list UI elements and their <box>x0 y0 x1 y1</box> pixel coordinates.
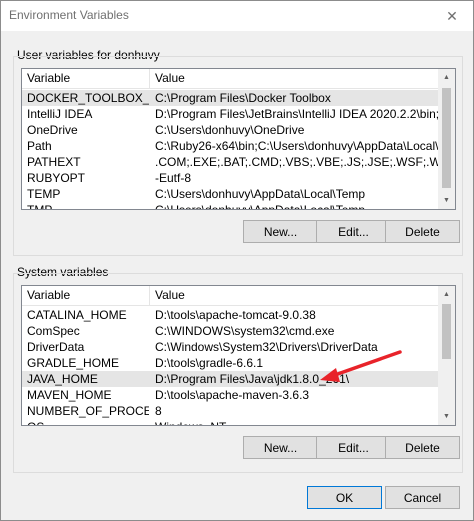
table-row[interactable]: TEMP C:\Users\donhuvy\AppData\Local\Temp <box>22 186 440 202</box>
system-list-header: Variable Value <box>22 286 440 306</box>
variable-name-cell: ComSpec <box>27 324 80 338</box>
variable-value-cell: .COM;.EXE;.BAT;.CMD;.VBS;.VBE;.JS;.JSE;.… <box>155 155 438 169</box>
table-row[interactable]: ComSpec C:\WINDOWS\system32\cmd.exe <box>22 323 440 339</box>
variable-value-cell: D:\Program Files\JetBrains\IntelliJ IDEA… <box>155 107 438 121</box>
column-header-value[interactable]: Value <box>150 286 440 306</box>
variable-name-cell: GRADLE_HOME <box>27 356 120 370</box>
scroll-down-arrow-icon[interactable]: ▼ <box>438 408 455 425</box>
scroll-thumb[interactable] <box>442 304 451 359</box>
variable-value-cell: -Eutf-8 <box>155 171 192 185</box>
variable-name-cell: OS <box>27 419 149 425</box>
close-button[interactable]: ✕ <box>431 1 473 31</box>
table-row[interactable]: MAVEN_HOME D:\tools\apache-maven-3.6.3 <box>22 387 440 403</box>
variable-value-cell: C:\WINDOWS\system32\cmd.exe <box>155 324 335 338</box>
variable-value-cell: C:\Users\donhuvy\OneDrive <box>155 123 305 137</box>
variable-name-cell: OneDrive <box>27 123 78 137</box>
system-edit-button[interactable]: Edit... <box>316 436 391 459</box>
scroll-up-arrow-icon[interactable]: ▲ <box>438 286 455 303</box>
variable-name-cell: JAVA_HOME <box>27 372 98 386</box>
variable-name-cell: DOCKER_TOOLBOX_INSTA... <box>27 91 149 105</box>
user-list-header: Variable Value <box>22 69 440 89</box>
column-header-variable[interactable]: Variable <box>22 69 150 89</box>
variable-value-cell: D:\tools\apache-maven-3.6.3 <box>155 388 310 402</box>
variable-name-cell: MAVEN_HOME <box>27 388 112 402</box>
scroll-down-arrow-icon[interactable]: ▼ <box>438 192 455 209</box>
table-row[interactable]: Path C:\Ruby26-x64\bin;C:\Users\donhuvy\A… <box>22 138 440 154</box>
variable-value-cell: C:\Users\donhuvy\AppData\Local\Temp <box>155 187 366 201</box>
variable-name-cell: TEMP <box>27 187 61 201</box>
system-delete-button[interactable]: Delete <box>385 436 460 459</box>
column-header-variable[interactable]: Variable <box>22 286 150 306</box>
user-list-scrollbar[interactable]: ▲ ▼ <box>438 69 455 209</box>
annotation-arrow-icon <box>320 350 402 382</box>
variable-value-cell: C:\Users\donhuvy\AppData\Local\Temp <box>155 203 366 210</box>
variable-name-cell: Path <box>27 139 52 153</box>
table-row[interactable]: DOCKER_TOOLBOX_INSTA... C:\Program Files\… <box>22 90 440 106</box>
table-row[interactable]: CATALINA_HOME D:\tools\apache-tomcat-9.0.… <box>22 307 440 323</box>
variable-value-cell: C:\Program Files\Docker Toolbox <box>155 91 331 105</box>
column-header-value[interactable]: Value <box>150 69 440 89</box>
table-row[interactable]: IntelliJ IDEA D:\Program Files\JetBrains\… <box>22 106 440 122</box>
system-new-button[interactable]: New... <box>243 436 318 459</box>
variable-name-cell: RUBYOPT <box>27 171 86 185</box>
variable-name-cell: IntelliJ IDEA <box>27 107 93 121</box>
environment-variables-dialog: Environment Variables ✕ User variables f… <box>0 0 474 521</box>
variable-value-cell: Windows_NT <box>155 419 438 425</box>
variable-name-cell: DriverData <box>27 340 85 354</box>
user-list-body: DOCKER_TOOLBOX_INSTA... C:\Program Files\… <box>22 90 440 210</box>
table-row[interactable]: NUMBER_OF_PROCESSORS 8 <box>22 403 440 419</box>
variable-value-cell: C:\Ruby26-x64\bin;C:\Users\donhuvy\AppDa… <box>155 139 438 153</box>
table-row[interactable]: RUBYOPT -Eutf-8 <box>22 170 440 186</box>
scroll-thumb[interactable] <box>442 88 451 188</box>
variable-name-cell: NUMBER_OF_PROCESSORS <box>27 404 149 418</box>
title-bar: Environment Variables ✕ <box>1 1 473 31</box>
table-row[interactable]: OS Windows_NT <box>22 419 440 425</box>
user-variables-list[interactable]: Variable Value DOCKER_TOOLBOX_INSTA... C:… <box>21 68 456 210</box>
ok-button[interactable]: OK <box>307 486 382 509</box>
user-delete-button[interactable]: Delete <box>385 220 460 243</box>
variable-value-cell: D:\tools\apache-tomcat-9.0.38 <box>155 308 316 322</box>
table-row[interactable]: TMP C:\Users\donhuvy\AppData\Local\Temp <box>22 202 440 210</box>
user-edit-button[interactable]: Edit... <box>316 220 391 243</box>
system-list-scrollbar[interactable]: ▲ ▼ <box>438 286 455 425</box>
user-new-button[interactable]: New... <box>243 220 318 243</box>
table-row[interactable]: OneDrive C:\Users\donhuvy\OneDrive <box>22 122 440 138</box>
variable-name-cell: PATHEXT <box>27 155 81 169</box>
variable-value-cell: 8 <box>155 404 162 418</box>
window-title: Environment Variables <box>9 8 129 22</box>
table-row[interactable]: PATHEXT .COM;.EXE;.BAT;.CMD;.VBS;.VBE;.JS… <box>22 154 440 170</box>
cancel-button[interactable]: Cancel <box>385 486 460 509</box>
scroll-up-arrow-icon[interactable]: ▲ <box>438 69 455 86</box>
variable-name-cell: CATALINA_HOME <box>27 308 127 322</box>
variable-name-cell: TMP <box>27 203 53 210</box>
close-icon: ✕ <box>446 7 458 24</box>
